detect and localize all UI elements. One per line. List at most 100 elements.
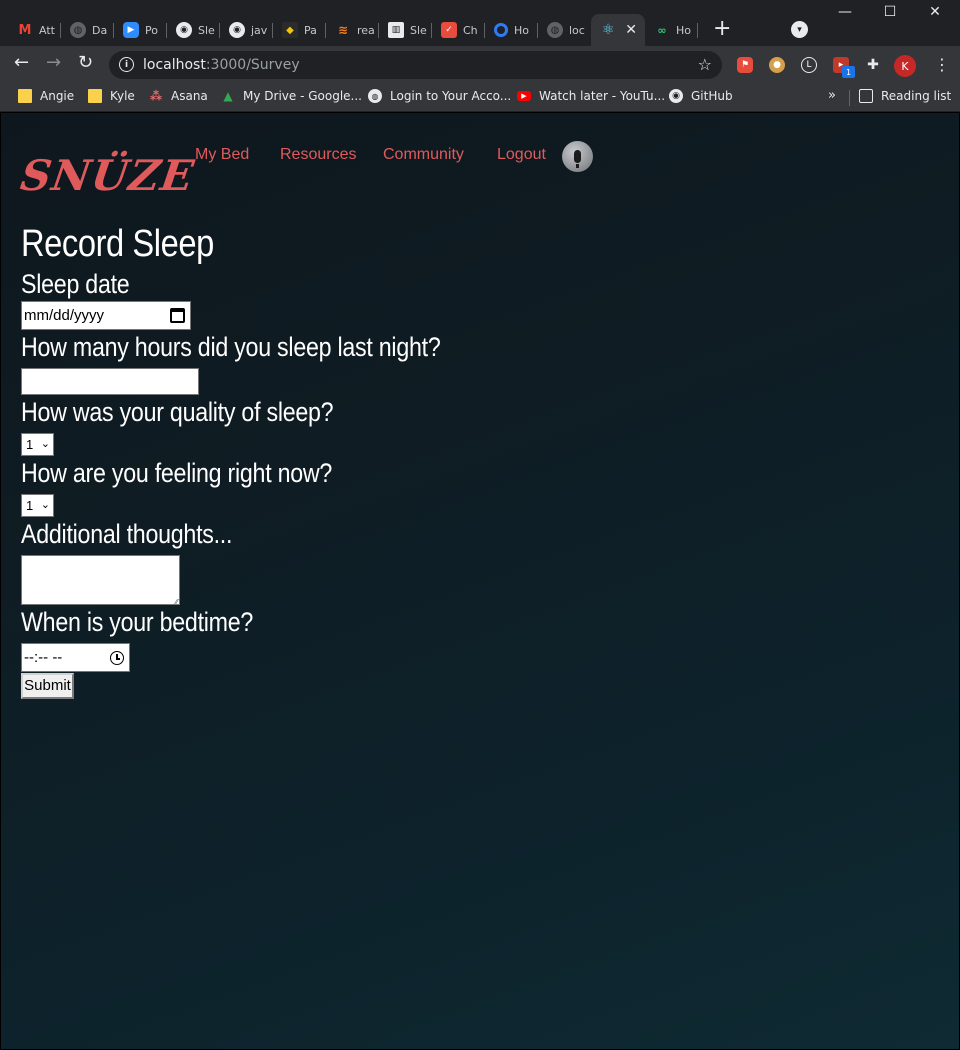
reading-list-label: Reading list xyxy=(881,89,952,103)
bookmark-login[interactable]: ◍ Login to Your Acco... xyxy=(368,89,511,103)
browser-tab[interactable]: M Att xyxy=(8,14,61,46)
nav-resources[interactable]: Resources xyxy=(280,146,356,164)
bedtime-input[interactable]: --:-- -- xyxy=(21,643,130,672)
bookmark-google-drive[interactable]: ▲ My Drive - Google... xyxy=(221,89,362,103)
bookmark-kyle[interactable]: Kyle xyxy=(88,89,135,103)
browser-tab[interactable]: ◆ Pa xyxy=(273,14,326,46)
site-info-icon[interactable]: i xyxy=(119,57,134,72)
extensions-puzzle-icon[interactable]: ✚ xyxy=(865,57,881,73)
feeling-select[interactable]: 1 ⌄ xyxy=(21,494,54,517)
feeling-value: 1 xyxy=(26,498,34,513)
nav-logout[interactable]: Logout xyxy=(497,146,546,164)
sleep-quality-label: How was your quality of sleep? xyxy=(21,397,334,427)
github-icon: ◉ xyxy=(669,89,683,103)
tab-strip: M Att ◍ Da ▶ Po ◉ Sle ◉ jav ◆ Pa ≋ rea ▥ Sle ✓ Ch… xyxy=(0,0,960,46)
close-window-icon[interactable]: ✕ xyxy=(912,4,958,20)
browser-tab[interactable]: ▥ Sle xyxy=(379,14,432,46)
tab-list: M Att ◍ Da ▶ Po ◉ Sle ◉ jav ◆ Pa ≋ rea ▥ Sle ✓ Ch… xyxy=(8,14,698,46)
bookmark-angie[interactable]: Angie xyxy=(18,89,74,103)
forward-icon[interactable]: → xyxy=(46,54,61,72)
minimize-icon[interactable]: — xyxy=(822,4,868,20)
maximize-icon[interactable]: ☐ xyxy=(867,4,913,20)
bookmark-github[interactable]: ◉ GitHub xyxy=(669,89,733,103)
tab-title: Ho xyxy=(514,23,530,37)
globe-icon: ◍ xyxy=(70,22,86,38)
url-text[interactable]: localhost:3000/Survey xyxy=(143,57,300,73)
checklist-icon: ✓ xyxy=(441,22,457,38)
url-path: :3000/Survey xyxy=(205,57,300,73)
globe-icon: ◍ xyxy=(368,89,382,103)
browser-menu-icon[interactable]: ⋮ xyxy=(934,55,950,74)
browser-tab[interactable]: ◍ loc xyxy=(538,14,591,46)
tab-title: Sle xyxy=(198,23,215,37)
bookmark-label: Login to Your Acco... xyxy=(390,89,512,103)
back-icon[interactable]: ← xyxy=(14,54,29,72)
youtube-icon: ▶ xyxy=(517,91,531,101)
microphone-button[interactable] xyxy=(562,141,593,172)
sleep-quality-select[interactable]: 1 ⌄ xyxy=(21,433,54,456)
folder-icon xyxy=(18,89,32,103)
address-bar[interactable]: i localhost:3000/Survey ☆ xyxy=(109,51,722,79)
ring-icon xyxy=(494,23,508,37)
tab-title: Da xyxy=(92,23,108,37)
hours-slept-label: How many hours did you sleep last night? xyxy=(21,332,441,362)
feeling-label: How are you feeling right now? xyxy=(21,458,333,488)
sleep-date-input[interactable]: mm/dd/yyyy xyxy=(21,301,191,330)
browser-tab[interactable]: ◉ jav xyxy=(220,14,273,46)
clock-icon[interactable] xyxy=(110,651,124,665)
tab-title: rea xyxy=(357,23,375,37)
bookmark-asana[interactable]: ⁂ Asana xyxy=(149,89,208,103)
tab-title: Ho xyxy=(676,23,692,37)
additional-thoughts-textarea[interactable] xyxy=(21,555,180,606)
browser-tab[interactable]: ∞ Ho xyxy=(645,14,698,46)
submit-button[interactable]: Submit xyxy=(21,673,74,699)
extension-l-icon[interactable]: L xyxy=(801,57,817,73)
bookmark-youtube[interactable]: ▶ Watch later - YouTu... xyxy=(517,89,665,103)
browser-tab[interactable]: ≋ rea xyxy=(326,14,379,46)
bedtime-placeholder: --:-- -- xyxy=(24,649,63,666)
additional-thoughts-label: Additional thoughts... xyxy=(21,519,233,549)
page-title: Record Sleep xyxy=(21,223,214,265)
folder-icon xyxy=(88,89,102,103)
tab-title: Ch xyxy=(463,23,478,37)
cookie-icon[interactable]: ● xyxy=(769,57,785,73)
react-icon: ⚛ xyxy=(601,22,615,38)
bookmark-label: Kyle xyxy=(110,89,135,103)
reading-list-button[interactable]: Reading list xyxy=(859,89,951,103)
calendar-icon[interactable] xyxy=(170,308,185,323)
sleep-quality-value: 1 xyxy=(26,437,34,452)
reload-icon[interactable]: ↻ xyxy=(78,54,93,72)
close-tab-icon[interactable]: ✕ xyxy=(625,22,637,38)
browser-tab[interactable]: ◉ Sle xyxy=(167,14,220,46)
more-bookmarks-icon[interactable]: » xyxy=(828,88,836,103)
hours-slept-input[interactable] xyxy=(21,368,199,395)
nav-community[interactable]: Community xyxy=(383,146,464,164)
nav-my-bed[interactable]: My Bed xyxy=(195,146,249,164)
bookmark-label: Watch later - YouTu... xyxy=(539,89,666,103)
dp-icon: ◆ xyxy=(282,22,298,38)
bookmark-label: GitHub xyxy=(691,89,733,103)
tab-search-icon[interactable]: ▾ xyxy=(791,21,808,38)
sleep-date-label: Sleep date xyxy=(21,269,130,299)
extension-red-icon[interactable]: ⚑ xyxy=(737,57,753,73)
globe-icon: ◍ xyxy=(547,22,563,38)
url-host: localhost xyxy=(143,57,206,73)
tab-title: Pa xyxy=(304,23,317,37)
browser-tab[interactable]: ▶ Po xyxy=(114,14,167,46)
book-icon: ▥ xyxy=(388,22,404,38)
bookmark-label: My Drive - Google... xyxy=(243,89,362,103)
browser-tab[interactable]: ◍ Da xyxy=(61,14,114,46)
page-content: SNÜZE My Bed Resources Community Logout … xyxy=(1,113,959,1049)
tab-title: Po xyxy=(145,23,158,37)
browser-tab[interactable]: Ho xyxy=(485,14,538,46)
browser-tab[interactable]: ✓ Ch xyxy=(432,14,485,46)
stackoverflow-icon: ≋ xyxy=(337,23,349,37)
extension-count-badge: 1 xyxy=(842,66,855,78)
site-logo[interactable]: SNÜZE xyxy=(18,151,198,200)
bookmark-star-icon[interactable]: ☆ xyxy=(698,55,712,74)
gmail-icon: M xyxy=(18,22,32,38)
profile-avatar[interactable]: K xyxy=(894,55,916,77)
browser-tab-active[interactable]: ⚛ ✕ xyxy=(591,14,645,46)
new-tab-button[interactable]: + xyxy=(713,18,731,40)
zoom-icon: ▶ xyxy=(123,22,139,38)
